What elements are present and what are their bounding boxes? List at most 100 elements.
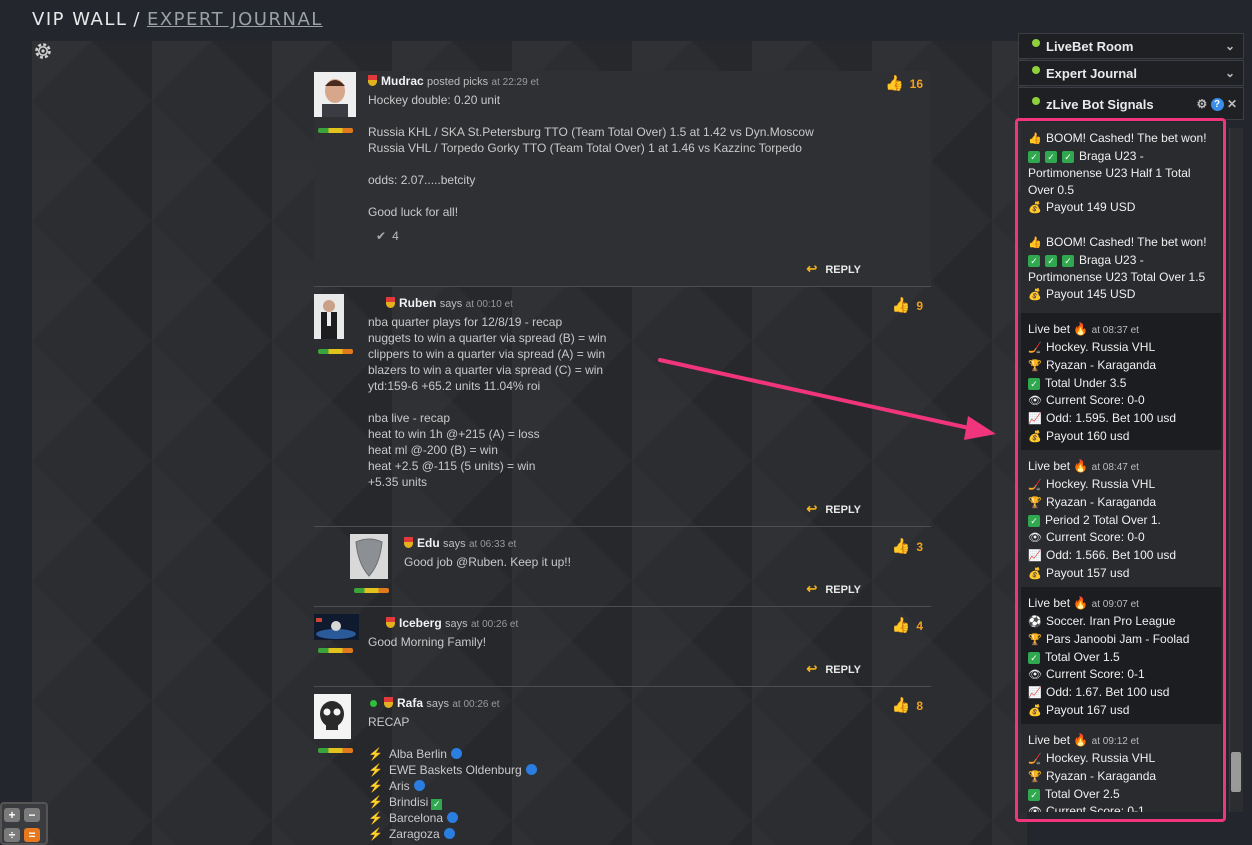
signal-text: Payout 160 usd <box>1046 429 1130 443</box>
author-name[interactable]: Rafa <box>397 696 423 710</box>
check-mark-icon: ✓ <box>1045 151 1057 163</box>
signal-time: at 08:37 et <box>1091 325 1139 336</box>
signal-line: 🏆 Ryazan - Karaganda <box>1028 768 1214 786</box>
tab-label: Expert Journal <box>1046 66 1138 81</box>
thumbs-up-icon[interactable]: 👍 <box>885 74 904 92</box>
trophy-icon: 🏆 <box>1028 634 1042 646</box>
signal-line: 👁 Current Score: 0-1 <box>1028 803 1214 812</box>
hockey-stick-icon: 🏒 <box>1028 479 1042 491</box>
close-icon[interactable]: ✕ <box>1227 97 1237 111</box>
post-time: at 00:26 et <box>471 619 519 630</box>
like-number: 4 <box>916 619 923 633</box>
thumbs-up-icon[interactable]: 👍 <box>892 296 911 314</box>
avatar[interactable] <box>350 534 388 579</box>
minus-key[interactable]: − <box>24 808 40 822</box>
chevron-down-icon[interactable]: ⌄ <box>1225 34 1235 59</box>
thumbs-up-icon[interactable]: 👍 <box>892 616 911 634</box>
signal-text: BOOM! Cashed! The bet won! <box>1046 235 1207 249</box>
signal-line: Live bet 🔥 at 09:12 et <box>1028 732 1214 750</box>
reply-button[interactable]: ↩ REPLY <box>806 581 861 597</box>
reply-button[interactable]: ↩ REPLY <box>806 261 861 277</box>
title-separator: / <box>133 9 141 30</box>
trophy-icon: 🏆 <box>1028 771 1042 783</box>
like-count[interactable]: 👍 3 <box>892 537 923 555</box>
thumbs-up-icon[interactable]: 👍 <box>892 537 911 555</box>
recap-list: ⚡ Alba Berlin ⚡ EWE Baskets Oldenburg ⚡ Ari… <box>368 746 537 842</box>
signal-text: Ryazan - Karaganda <box>1046 495 1157 509</box>
avatar[interactable] <box>314 294 344 339</box>
reply-arrow-icon: ↩ <box>806 501 818 516</box>
thumbs-up-icon: 👍 <box>1028 133 1042 145</box>
signal-line: Live bet 🔥 at 08:37 et <box>1028 321 1214 339</box>
avatar[interactable] <box>314 694 351 739</box>
signal-text: Odd: 1.67. Bet 100 usd <box>1046 685 1170 699</box>
medal-icon <box>384 697 393 708</box>
tab-livebet-room[interactable]: LiveBet Room ⌄ <box>1018 33 1244 59</box>
signal-text: BOOM! Cashed! The bet won! <box>1046 131 1207 145</box>
medal-icon <box>386 297 395 308</box>
tab-zlive-bot-signals[interactable]: zLive Bot Signals ⚙ ? ✕ <box>1018 87 1244 120</box>
like-count[interactable]: 👍 4 <box>892 616 923 634</box>
author-name[interactable]: Edu <box>417 536 440 550</box>
author-name[interactable]: Ruben <box>399 296 436 310</box>
like-count[interactable]: 👍 8 <box>892 696 923 714</box>
signal-text: Payout 149 USD <box>1046 200 1136 214</box>
avatar[interactable] <box>314 614 359 640</box>
signal-line: 🏒 Hockey. Russia VHL <box>1028 476 1214 494</box>
avatar[interactable] <box>314 72 356 117</box>
scrollbar-thumb[interactable] <box>1231 752 1241 792</box>
signal-line: 📈 Odd: 1.67. Bet 100 usd <box>1028 684 1214 702</box>
blue-circle-icon <box>450 748 462 759</box>
check-mark-icon: ✓ <box>431 799 443 810</box>
scrollbar[interactable] <box>1229 128 1243 812</box>
signal-text: Total Over 2.5 <box>1045 787 1120 801</box>
like-count[interactable]: 👍 9 <box>892 296 923 314</box>
signal-heading: Live bet <box>1028 733 1071 747</box>
blue-circle-icon <box>443 828 455 839</box>
signal-line: 🏆 Pars Janoobi Jam - Foolad <box>1028 631 1214 649</box>
signal-line: 💰 Payout 167 usd <box>1028 702 1214 720</box>
signal-text: Hockey. Russia VHL <box>1046 340 1156 354</box>
reply-button[interactable]: ↩ REPLY <box>806 501 861 517</box>
reply-button[interactable]: ↩ REPLY <box>806 661 861 677</box>
gear-icon[interactable] <box>33 41 53 61</box>
panel-tools: ⚙ ? ✕ <box>1196 88 1237 121</box>
reply-arrow-icon: ↩ <box>806 661 818 676</box>
money-bag-icon: 💰 <box>1028 202 1042 214</box>
side-panel: LiveBet Room ⌄ Expert Journal ⌄ zLive Bot … <box>1018 33 1244 121</box>
tab-expert-journal[interactable]: Expert Journal ⌄ <box>1018 60 1244 86</box>
fire-icon: 🔥 <box>1073 322 1089 336</box>
online-indicator <box>370 700 377 707</box>
author-name[interactable]: Iceberg <box>399 616 442 630</box>
thumbs-up-icon[interactable]: 👍 <box>892 696 911 714</box>
check-count[interactable]: ✔ 4 <box>376 229 399 243</box>
signal-text: Soccer. Iran Pro League <box>1046 614 1176 628</box>
help-icon[interactable]: ? <box>1210 98 1224 111</box>
medal-icon <box>368 75 377 86</box>
like-count[interactable]: 👍 16 <box>885 74 923 92</box>
equals-key[interactable]: = <box>24 828 40 842</box>
check-mark-icon: ✓ <box>1028 378 1040 390</box>
divide-key[interactable]: ÷ <box>4 828 20 842</box>
chevron-down-icon[interactable]: ⌄ <box>1225 61 1235 86</box>
gear-icon[interactable]: ⚙ <box>1196 97 1207 111</box>
team-name: Brindisi <box>388 795 429 809</box>
trophy-icon: 🏆 <box>1028 497 1042 509</box>
signal-line: 💰 Payout 145 USD <box>1028 286 1214 304</box>
lightning-icon: ⚡ <box>368 827 383 841</box>
like-number: 3 <box>916 540 923 554</box>
post-header: Edu says at 06:33 et <box>404 536 516 550</box>
signal-time: at 09:07 et <box>1091 599 1139 610</box>
plus-key[interactable]: + <box>4 808 20 822</box>
author-name[interactable]: Mudrac <box>381 74 424 88</box>
signal-text: Payout 167 usd <box>1046 703 1130 717</box>
calculator-widget[interactable]: + − ÷ = <box>0 802 48 845</box>
list-item: ⚡ Barcelona <box>368 810 537 826</box>
post-body: Hockey double: 0.20 unit Russia KHL / SK… <box>368 93 814 219</box>
signal-heading: Live bet <box>1028 596 1071 610</box>
signal-time: at 09:12 et <box>1091 736 1139 747</box>
check-mark-icon: ✓ <box>1062 255 1074 267</box>
check-mark-icon: ✓ <box>1028 652 1040 664</box>
rank-bar <box>318 748 353 753</box>
expert-journal-link[interactable]: EXPERT JOURNAL <box>147 9 323 30</box>
